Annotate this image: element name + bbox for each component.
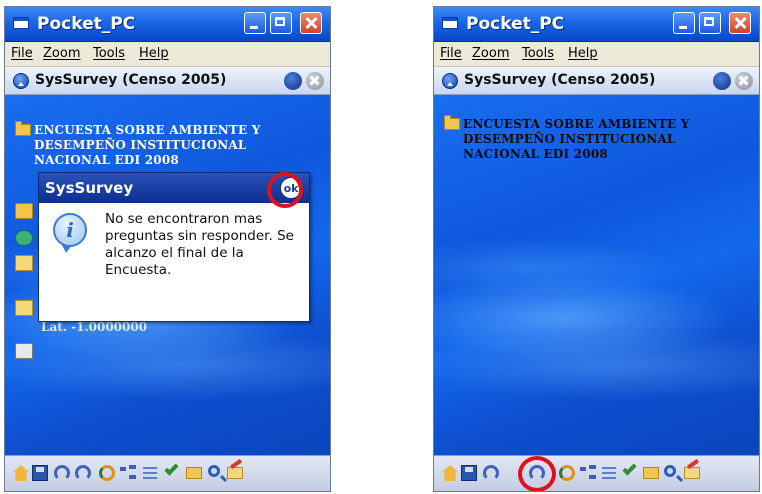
form-icon[interactable] — [15, 343, 33, 359]
check-icon[interactable] — [622, 461, 637, 476]
app-close-icon[interactable] — [735, 72, 753, 90]
window-title: Pocket_PC — [37, 14, 136, 34]
folder-icon[interactable] — [643, 467, 659, 479]
close-button[interactable] — [300, 12, 322, 34]
undo-icon[interactable] — [54, 465, 70, 481]
search-icon[interactable] — [208, 465, 220, 477]
sync-icon[interactable] — [99, 465, 115, 481]
app-menu-icon[interactable] — [13, 73, 29, 89]
menu-bar: File Zoom Tools Help — [434, 42, 759, 67]
folder-icon[interactable] — [186, 467, 202, 479]
app-minimize-icon[interactable] — [713, 72, 731, 90]
home-icon[interactable] — [13, 465, 29, 481]
mail-icon[interactable] — [15, 300, 33, 316]
close-button[interactable] — [729, 12, 751, 34]
menu-tools[interactable]: Tools — [522, 46, 554, 61]
menu-zoom[interactable]: Zoom — [43, 46, 80, 61]
menu-tools[interactable]: Tools — [93, 46, 125, 61]
maximize-button[interactable] — [699, 12, 721, 34]
menu-help[interactable]: Help — [139, 46, 169, 61]
menu-file[interactable]: File — [440, 46, 462, 61]
redo-icon[interactable] — [75, 465, 91, 481]
list-icon[interactable] — [143, 465, 159, 481]
window-icon — [13, 17, 29, 29]
survey-item-label: ENCUESTA SOBRE AMBIENTE Y DESEMPEÑO INST… — [34, 123, 261, 167]
info-icon: i — [53, 213, 87, 253]
app-title-bar: SysSurvey (Censo 2005) — [434, 67, 759, 95]
highlight-ring — [518, 456, 556, 491]
app-title: SysSurvey (Censo 2005) — [464, 72, 656, 88]
survey-list-area: ENCUESTA SOBRE AMBIENTE Y DESEMPEÑO INST… — [434, 95, 759, 455]
tree-icon[interactable] — [120, 465, 136, 481]
save-icon[interactable] — [32, 465, 48, 481]
menu-bar: File Zoom Tools Help — [5, 42, 330, 67]
title-bar: Pocket_PC — [434, 7, 759, 42]
coordinate-text: Lat. -1.0000000 — [41, 320, 148, 334]
survey-item-label: ENCUESTA SOBRE AMBIENTE Y DESEMPEÑO INST… — [463, 117, 690, 161]
app-close-icon[interactable] — [306, 72, 324, 90]
menu-file[interactable]: File — [11, 46, 33, 61]
save-icon[interactable] — [461, 465, 477, 481]
app-title-bar: SysSurvey (Censo 2005) — [5, 67, 330, 95]
bottom-toolbar — [434, 455, 759, 491]
sync-icon[interactable] — [559, 465, 575, 481]
app-minimize-icon[interactable] — [284, 72, 302, 90]
tree-icon[interactable] — [580, 465, 596, 481]
window-title: Pocket_PC — [466, 14, 565, 34]
pocket-pc-window-right: Pocket_PC File Zoom Tools Help SysSurvey… — [433, 6, 760, 492]
undo-icon[interactable] — [483, 465, 499, 481]
menu-help[interactable]: Help — [568, 46, 598, 61]
dialog-title: SysSurvey — [45, 179, 134, 197]
bottom-toolbar — [5, 455, 330, 491]
maximize-button[interactable] — [270, 12, 292, 34]
minimize-button[interactable] — [673, 12, 695, 34]
highlight-ring — [267, 172, 303, 208]
check-icon[interactable] — [164, 461, 179, 476]
window-icon — [442, 17, 458, 29]
dialog-message: No se encontraron mas preguntas sin resp… — [105, 211, 294, 278]
minimize-button[interactable] — [244, 12, 266, 34]
app-title: SysSurvey (Censo 2005) — [35, 72, 227, 88]
app-menu-icon[interactable] — [442, 73, 458, 89]
open-folder-icon — [444, 115, 460, 130]
home-icon[interactable] — [442, 465, 458, 481]
location-icon[interactable] — [15, 230, 33, 246]
search-icon[interactable] — [664, 465, 676, 477]
pocket-pc-window-left: Pocket_PC File Zoom Tools Help SysSurvey… — [4, 6, 331, 492]
mail-icon[interactable] — [684, 467, 700, 479]
title-bar: Pocket_PC — [5, 7, 330, 42]
mail-icon[interactable] — [15, 255, 33, 271]
open-folder-icon — [15, 121, 31, 136]
folder-icon[interactable] — [15, 203, 33, 219]
mail-icon[interactable] — [227, 467, 243, 479]
list-icon[interactable] — [602, 465, 618, 481]
menu-zoom[interactable]: Zoom — [472, 46, 509, 61]
